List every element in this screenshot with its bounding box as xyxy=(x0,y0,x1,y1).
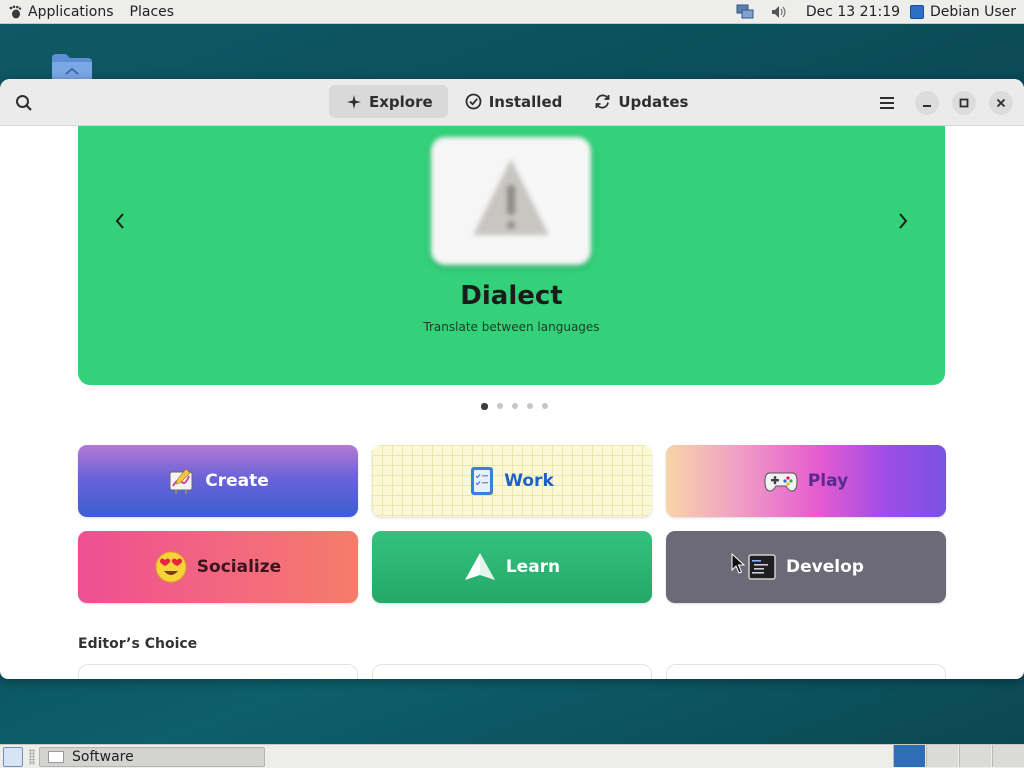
applications-menu[interactable]: Applications xyxy=(0,0,122,24)
minimize-button[interactable] xyxy=(915,91,939,115)
carousel-dot[interactable] xyxy=(481,402,488,410)
top-panel: Applications Places Dec 13 21:19 Debian … xyxy=(0,0,1024,24)
editors-choice-card[interactable] xyxy=(78,664,358,679)
view-switcher: Explore Installed Updates xyxy=(329,85,703,118)
tab-updates[interactable]: Updates xyxy=(577,85,703,118)
taskbar-item-label: Software xyxy=(72,748,134,765)
tab-explore-label: Explore xyxy=(369,92,433,111)
chevron-left-icon xyxy=(115,213,124,229)
create-icon xyxy=(169,468,193,494)
carousel-dot[interactable] xyxy=(542,403,548,409)
category-learn[interactable]: Learn xyxy=(372,531,652,603)
tab-explore[interactable]: Explore xyxy=(329,85,448,118)
explore-page[interactable]: Dialect Translate between languages Crea… xyxy=(0,126,1024,679)
search-button[interactable] xyxy=(12,91,36,115)
volume-icon[interactable] xyxy=(770,4,788,20)
learn-icon xyxy=(464,553,495,580)
editors-choice-card[interactable] xyxy=(666,664,946,679)
workspace-3[interactable] xyxy=(959,745,991,767)
workspace-4[interactable] xyxy=(992,745,1024,767)
carousel-next-button[interactable] xyxy=(891,209,915,233)
category-socialize-label: Socialize xyxy=(196,557,282,577)
gamepad-icon xyxy=(764,472,798,492)
tab-installed-label: Installed xyxy=(488,92,563,111)
mouse-cursor-icon xyxy=(731,553,745,574)
network-icon[interactable] xyxy=(736,4,754,20)
minimize-icon xyxy=(923,105,931,107)
gnome-foot-icon xyxy=(9,5,22,18)
close-icon xyxy=(996,98,1006,108)
clock[interactable]: Dec 13 21:19 xyxy=(796,4,910,20)
tab-updates-label: Updates xyxy=(618,92,689,111)
featured-carousel[interactable]: Dialect Translate between languages xyxy=(78,126,945,385)
maximize-button[interactable] xyxy=(952,91,976,115)
chevron-right-icon xyxy=(899,213,908,229)
work-icon xyxy=(471,467,494,495)
category-develop[interactable]: Develop xyxy=(666,531,946,603)
category-work-label: Work xyxy=(504,471,554,491)
close-button[interactable] xyxy=(989,91,1013,115)
category-develop-label: Develop xyxy=(786,557,864,577)
taskbar-item-software[interactable]: Software xyxy=(39,746,265,767)
main-menu-button[interactable] xyxy=(875,91,899,115)
heart-eyes-emoji-icon xyxy=(155,551,187,583)
workspace-2[interactable] xyxy=(926,745,958,767)
search-icon xyxy=(16,95,32,111)
carousel-dot[interactable] xyxy=(512,403,518,409)
category-play-label: Play xyxy=(807,471,849,491)
places-menu[interactable]: Places xyxy=(122,4,183,20)
user-menu[interactable]: Debian User xyxy=(910,4,1024,20)
panel-grip[interactable] xyxy=(29,748,35,765)
header-bar: Explore Installed Updates xyxy=(0,79,1024,126)
hamburger-menu-icon xyxy=(880,97,894,109)
carousel-page-indicator xyxy=(481,402,557,410)
featured-app-icon[interactable] xyxy=(431,137,591,265)
folder-icon[interactable] xyxy=(50,52,94,80)
workspace-1[interactable] xyxy=(893,745,925,767)
featured-app-name[interactable]: Dialect xyxy=(78,281,945,311)
maximize-icon xyxy=(959,98,969,108)
sparkle-icon xyxy=(347,94,361,109)
category-work[interactable]: Work xyxy=(372,445,652,517)
editors-choice-card[interactable] xyxy=(372,664,652,679)
category-create-label: Create xyxy=(205,471,269,491)
carousel-previous-button[interactable] xyxy=(108,209,132,233)
refresh-icon xyxy=(595,94,610,109)
applications-label: Applications xyxy=(28,3,114,20)
featured-app-description: Translate between languages xyxy=(423,320,600,334)
category-create[interactable]: Create xyxy=(78,445,358,517)
tab-installed[interactable]: Installed xyxy=(448,85,578,118)
user-icon xyxy=(910,4,925,19)
check-circle-icon xyxy=(465,93,482,110)
software-window-icon xyxy=(48,750,64,763)
software-window: Explore Installed Updates Dialect Transl… xyxy=(0,79,1024,679)
user-name: Debian User xyxy=(930,3,1016,20)
editors-choice-heading: Editor’s Choice xyxy=(78,636,198,652)
carousel-dot[interactable] xyxy=(527,403,533,409)
terminal-icon xyxy=(748,554,776,580)
category-socialize[interactable]: Socialize xyxy=(78,531,358,603)
category-learn-label: Learn xyxy=(505,557,561,577)
category-play[interactable]: Play xyxy=(666,445,946,517)
bottom-panel: Software xyxy=(0,744,1024,768)
show-desktop-button[interactable] xyxy=(3,746,23,767)
carousel-dot[interactable] xyxy=(497,403,503,409)
